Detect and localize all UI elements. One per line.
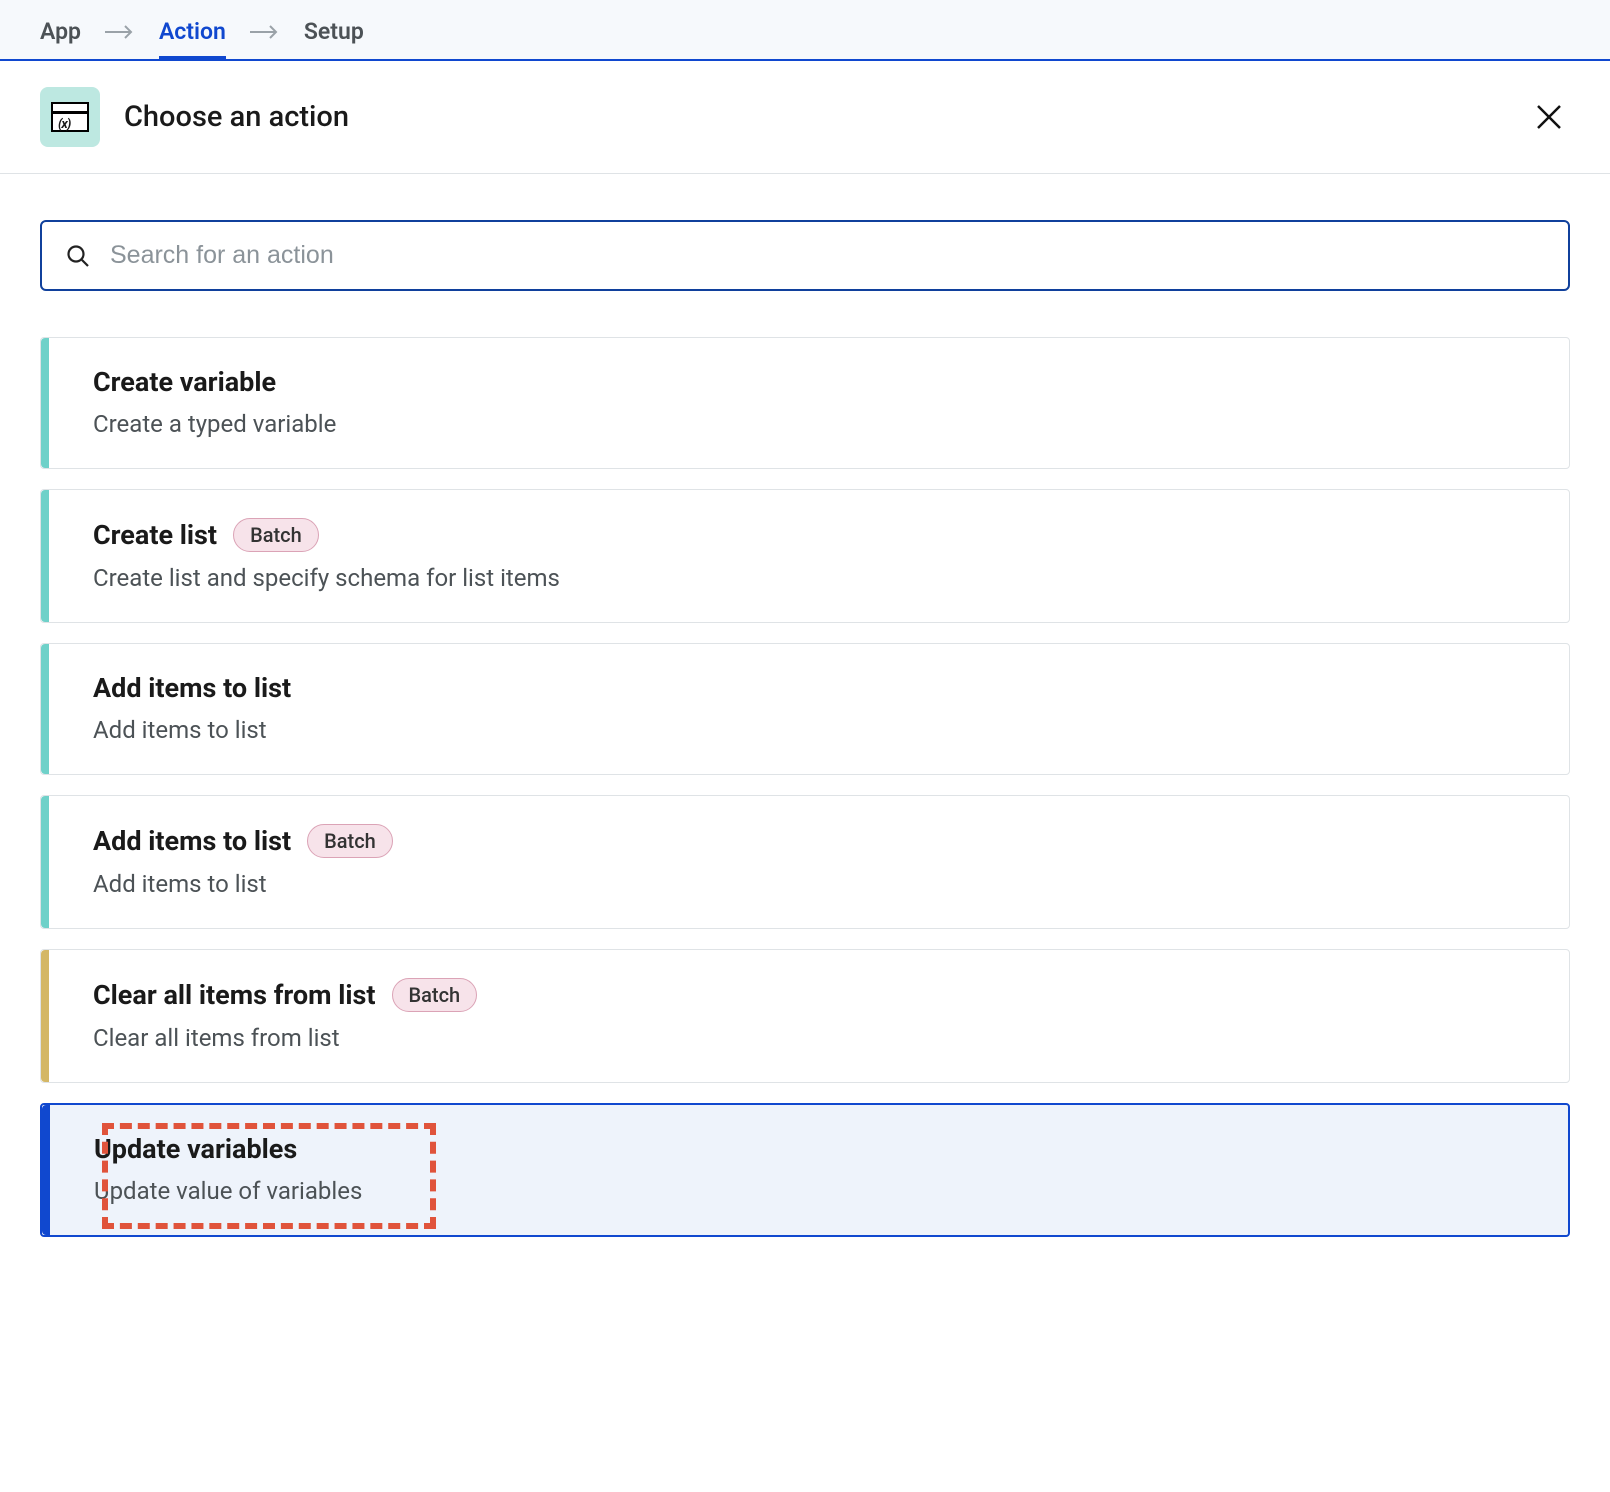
card-body: Create list Batch Create list and specify …	[49, 490, 1569, 622]
action-description: Update value of variables	[94, 1177, 1524, 1205]
search-icon	[66, 244, 90, 268]
action-title: Create variable	[93, 366, 276, 398]
panel-header: (x) Choose an action	[0, 61, 1610, 174]
action-card[interactable]: Clear all items from listBatchClear all …	[40, 949, 1570, 1083]
action-title-row: Create variable	[93, 366, 1525, 398]
action-description: Create list and specify schema for list …	[93, 564, 1525, 592]
breadcrumb-action[interactable]: Action	[159, 18, 226, 45]
panel-body: Create variableCreate a typed variableCr…	[0, 174, 1610, 1297]
batch-badge: Batch	[392, 978, 478, 1012]
breadcrumb-bar: App Action Setup	[0, 0, 1610, 61]
arrow-right-icon	[103, 23, 137, 41]
action-title-row: Clear all items from list Batch	[93, 978, 1525, 1012]
action-card[interactable]: Create list Batch Create list and specify …	[40, 489, 1570, 623]
action-title: Add items to list	[93, 672, 291, 704]
action-description: Create a typed variable	[93, 410, 1525, 438]
action-title: Add items to list	[93, 825, 291, 857]
card-body: Clear all items from listBatchClear all …	[49, 950, 1569, 1082]
action-card[interactable]: Update variables Update value of variable…	[40, 1103, 1570, 1237]
action-description: Add items to list	[93, 716, 1525, 744]
action-title-row: Create list Batch	[93, 518, 1525, 552]
action-description: Add items to list	[93, 870, 1525, 898]
action-title-row: Add items to list	[93, 672, 1525, 704]
action-title-row: Update variables	[94, 1133, 1524, 1165]
card-body: Add items to list Add items to list	[49, 644, 1569, 774]
card-stripe	[41, 490, 49, 622]
action-list: Create variableCreate a typed variableCr…	[40, 337, 1570, 1237]
search-input[interactable]	[108, 240, 1544, 271]
card-stripe	[42, 1105, 50, 1235]
action-title: Create list	[93, 519, 217, 551]
card-body: Add items to list Batch Add items to list	[49, 796, 1569, 928]
breadcrumb-app[interactable]: App	[40, 18, 81, 45]
batch-badge: Batch	[307, 824, 393, 858]
action-title-row: Add items to list Batch	[93, 824, 1525, 858]
card-stripe	[41, 950, 49, 1082]
search-field[interactable]	[40, 220, 1570, 291]
action-card[interactable]: Add items to list Add items to list	[40, 643, 1570, 775]
action-title: Clear all items from list	[93, 979, 376, 1011]
card-stripe	[41, 338, 49, 468]
card-stripe	[41, 796, 49, 928]
batch-badge: Batch	[233, 518, 319, 552]
action-card[interactable]: Add items to list Batch Add items to list	[40, 795, 1570, 929]
action-card[interactable]: Create variable Create a typed variable	[40, 337, 1570, 469]
card-body: Create variable Create a typed variable	[49, 338, 1569, 468]
breadcrumb-setup[interactable]: Setup	[304, 18, 364, 45]
action-description: Clear all items from list	[93, 1024, 1525, 1052]
card-stripe	[41, 644, 49, 774]
close-button[interactable]	[1534, 102, 1564, 132]
action-title: Update variables	[94, 1133, 297, 1165]
page-title: Choose an action	[124, 100, 349, 134]
card-body: Update variables Update value of variable…	[50, 1105, 1568, 1235]
variables-app-icon: (x)	[40, 87, 100, 147]
arrow-right-icon	[248, 23, 282, 41]
